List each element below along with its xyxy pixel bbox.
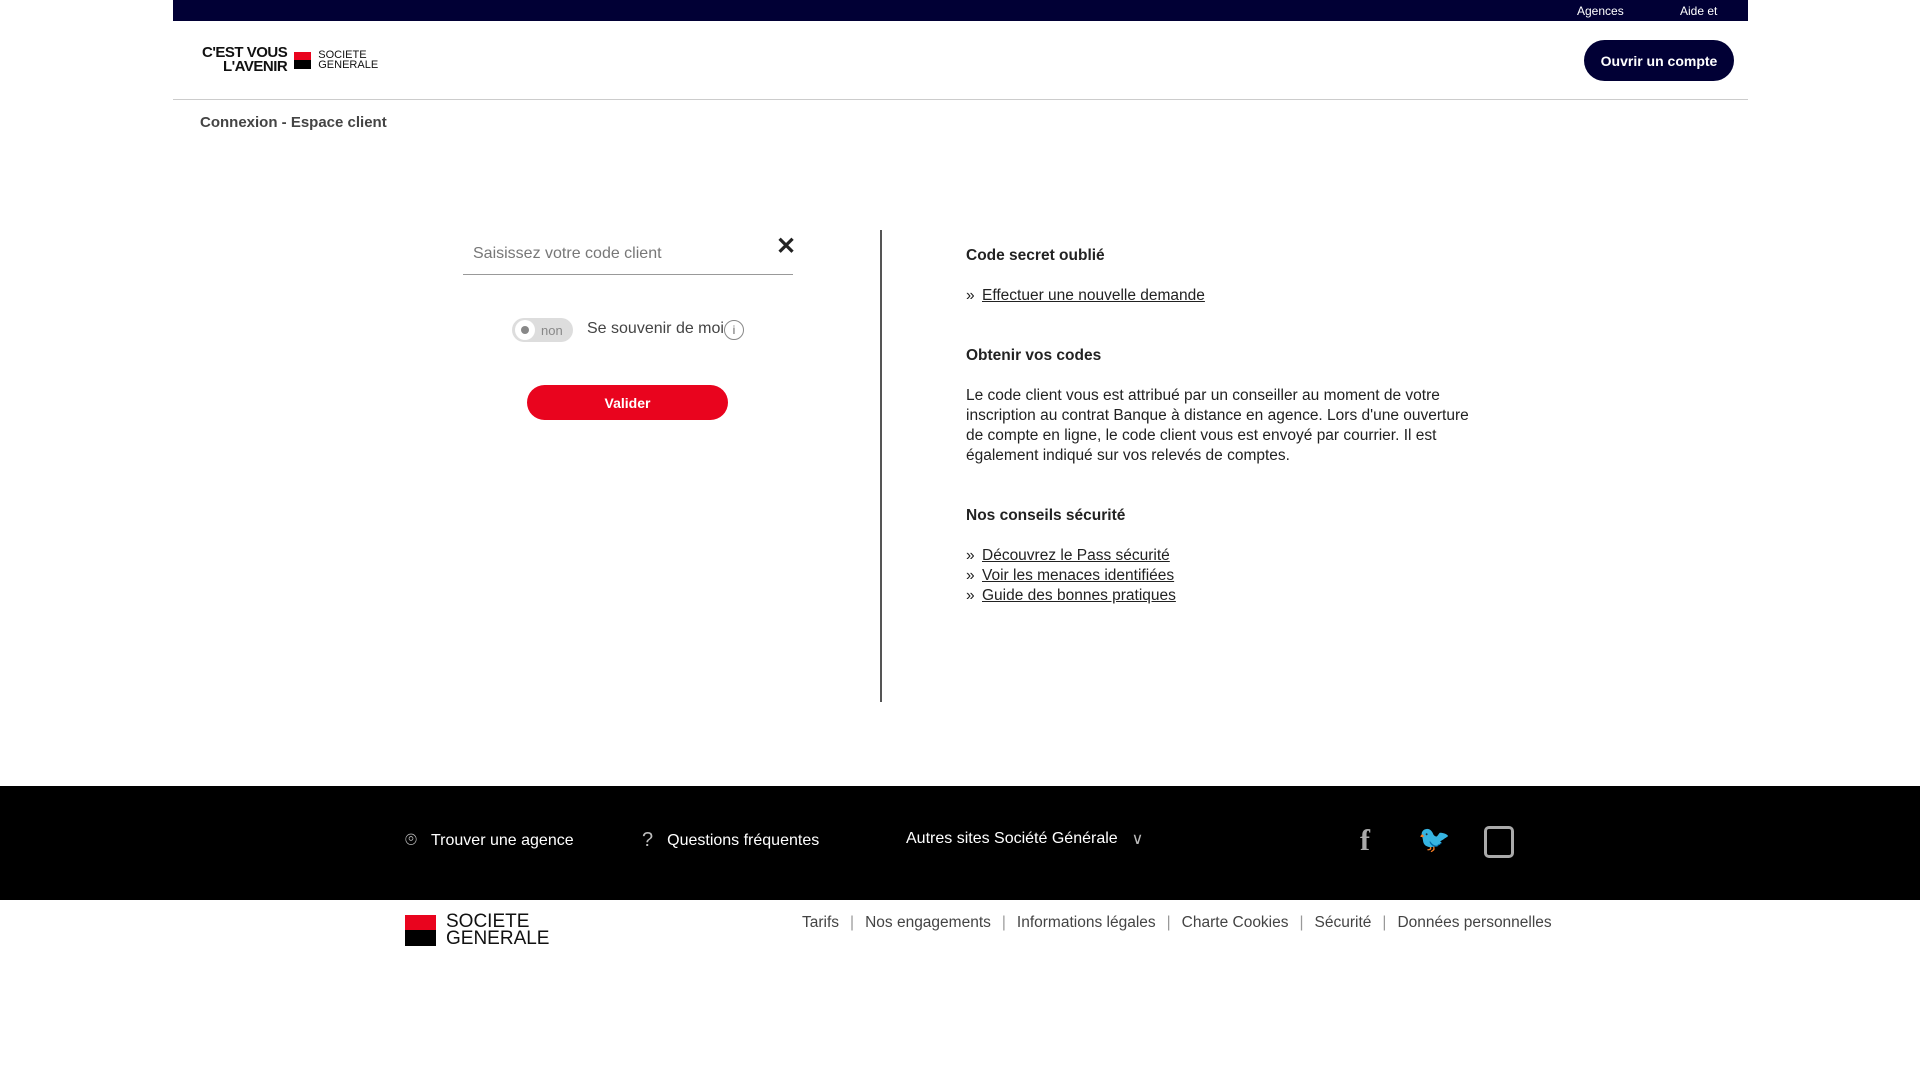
engagements-link[interactable]: Nos engagements xyxy=(865,914,991,932)
brand-name: SOCIETE GENERALE xyxy=(318,50,379,71)
toggle-knob xyxy=(515,320,535,340)
faq-link[interactable]: ? Questions fréquentes xyxy=(642,829,819,852)
footer-logo: SOCIETE GENERALE xyxy=(405,912,550,949)
remember-me-label: Se souvenir de moi xyxy=(587,320,724,337)
new-request-link[interactable]: Effectuer une nouvelle demande xyxy=(966,286,1481,306)
pass-securite-link[interactable]: Découvrez le Pass sécurité xyxy=(966,546,1481,566)
question-bubble-icon: ? xyxy=(642,829,654,851)
best-practices-link[interactable]: Guide des bonnes pratiques xyxy=(966,586,1481,606)
get-codes-heading: Obtenir vos codes xyxy=(966,347,1102,364)
logo[interactable]: C'EST VOUS L'AVENIR SOCIETE GENERALE xyxy=(202,45,378,75)
tarifs-link[interactable]: Tarifs xyxy=(802,914,839,932)
sg-logo-icon xyxy=(405,914,436,946)
find-agency-label: Trouver une agence xyxy=(431,831,574,849)
other-sites-dropdown[interactable]: Autres sites Société Générale ∨ xyxy=(906,829,1143,849)
column-divider xyxy=(880,230,882,702)
location-pin-icon: ⌾ xyxy=(405,829,417,851)
clear-icon[interactable]: ✕ xyxy=(776,232,796,261)
help-contacts-link[interactable]: Aide et contacts xyxy=(1680,4,1748,32)
footer: ⌾ Trouver une agence ? Questions fréquente… xyxy=(0,786,1920,900)
chevron-down-icon: ∨ xyxy=(1131,831,1144,848)
toggle-state: non xyxy=(541,322,563,338)
remember-me-toggle[interactable]: non xyxy=(512,318,573,342)
find-agency-link[interactable]: ⌾ Trouver une agence xyxy=(405,829,574,852)
brand-line: GENERALE xyxy=(446,928,550,949)
open-account-button[interactable]: Ouvrir un compte xyxy=(1584,40,1734,81)
slogan-line: L'AVENIR xyxy=(222,58,288,75)
submit-button[interactable]: Valider xyxy=(527,385,728,420)
twitter-icon[interactable]: 🐦 xyxy=(1418,824,1450,855)
instagram-icon[interactable] xyxy=(1484,826,1514,858)
top-bar: Agences Aide et contacts xyxy=(173,0,1748,32)
slogan: C'EST VOUS L'AVENIR xyxy=(202,45,288,75)
brand-line: GENERALE xyxy=(318,59,379,71)
facebook-icon[interactable]: f xyxy=(1360,824,1370,858)
legal-links: Tarifs | Nos engagements | Informations lé… xyxy=(802,914,1552,932)
legal-info-link[interactable]: Informations légales xyxy=(1017,914,1156,932)
threats-link[interactable]: Voir les menaces identifiées xyxy=(966,566,1481,586)
help-panel: Code secret oublié Effectuer une nouvell… xyxy=(966,246,1481,606)
personal-data-link[interactable]: Données personnelles xyxy=(1397,914,1551,932)
security-heading: Nos conseils sécurité xyxy=(966,507,1126,524)
client-code-input[interactable] xyxy=(463,233,793,275)
sg-logo-icon xyxy=(294,51,312,69)
get-codes-text: Le code client vous est attribué par un … xyxy=(966,387,1469,464)
agences-link[interactable]: Agences xyxy=(1577,4,1624,18)
header-divider xyxy=(173,99,1748,100)
faq-label: Questions fréquentes xyxy=(667,831,820,849)
forgot-code-heading: Code secret oublié xyxy=(966,247,1105,264)
security-link[interactable]: Sécurité xyxy=(1315,914,1372,932)
page-title: Connexion - Espace client xyxy=(200,114,387,131)
cookies-link[interactable]: Charte Cookies xyxy=(1182,914,1289,932)
info-icon[interactable]: i xyxy=(724,320,744,340)
other-sites-label: Autres sites Société Générale xyxy=(906,830,1118,847)
brand-name: SOCIETE GENERALE xyxy=(446,912,550,949)
